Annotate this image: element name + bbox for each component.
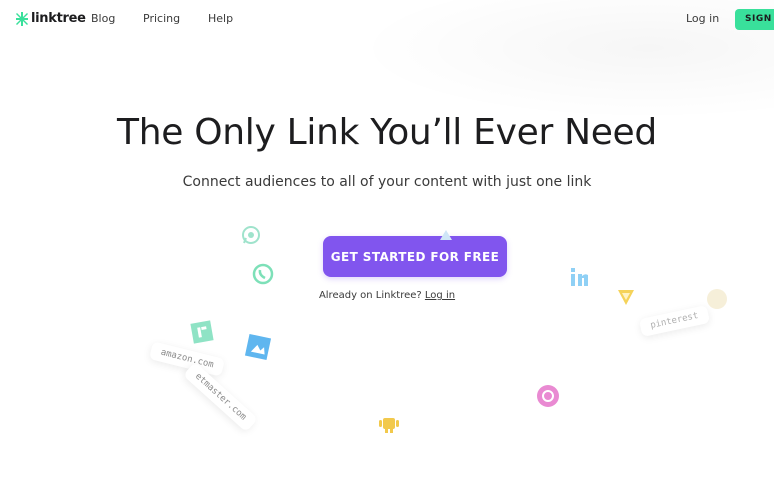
linktree-logo-icon: [16, 11, 28, 26]
logo-text: linktree: [31, 11, 86, 26]
hero-login-link[interactable]: Log in: [425, 290, 455, 301]
page-subtitle: Connect audiences to all of your content…: [182, 174, 592, 190]
nav-pricing-link[interactable]: Pricing: [143, 12, 180, 25]
nav-help-link[interactable]: Help: [208, 12, 233, 25]
top-nav: linktree Blog Pricing Help Log in SIGN U…: [0, 0, 774, 38]
nav-blog-link[interactable]: Blog: [91, 12, 115, 25]
app-icon: [244, 333, 272, 361]
phone-icon: [252, 263, 274, 285]
faded-circle-icon: [707, 289, 727, 309]
already-label: Already on Linktree?: [318, 290, 422, 301]
login-link[interactable]: Log in: [686, 12, 719, 25]
get-started-button[interactable]: GET STARTED FOR FREE: [323, 236, 507, 277]
android-icon: [379, 418, 399, 433]
whatsapp-icon: [242, 226, 260, 244]
logo[interactable]: linktree: [16, 11, 86, 26]
signup-button[interactable]: SIGN UP: [735, 9, 774, 30]
dribbble-icon: [537, 385, 559, 407]
floating-tag-pinterest: pinterest: [638, 305, 710, 337]
linkedin-icon: [571, 268, 588, 286]
shopify-icon: [190, 320, 214, 344]
page-title: The Only Link You’ll Ever Need: [117, 112, 657, 153]
vine-icon: [618, 290, 634, 305]
already-member-text: Already on Linktree? Log in: [0, 290, 774, 301]
small-triangle-icon: [440, 230, 452, 240]
